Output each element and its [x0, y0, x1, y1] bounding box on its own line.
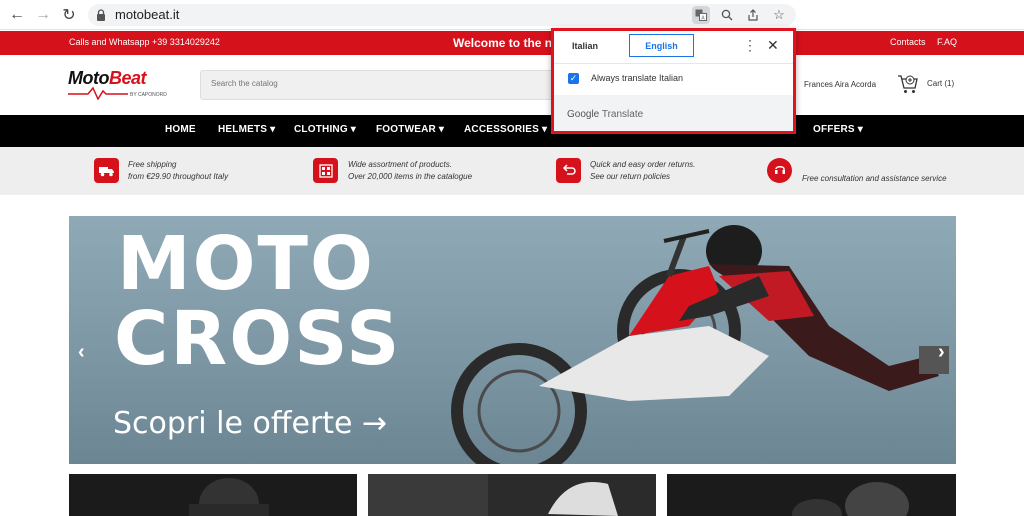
main-navigation: HOME HELMETS ▾ CLOTHING ▾ FOOTWEAR ▾ ACC… [0, 115, 1024, 147]
tab-english[interactable]: English [629, 34, 694, 57]
truck-icon [94, 158, 119, 183]
feature-assortment-detail: Over 20,000 items in the catalogue [348, 172, 473, 181]
google-translate-logo: Google Translate [567, 109, 643, 120]
feature-assortment-title: Wide assortment of products. [348, 160, 452, 169]
category-image-2 [368, 474, 618, 516]
feature-returns-detail[interactable]: See our return policies [590, 171, 695, 183]
phone-contact[interactable]: Calls and Whatsapp +39 3314029242 [69, 37, 220, 47]
forward-icon[interactable]: → [33, 5, 53, 25]
lock-icon [97, 9, 105, 21]
language-tabs: Italian English ⋮ ✕ [554, 31, 793, 63]
reload-icon[interactable]: ↻ [59, 5, 79, 25]
bookmark-star-icon[interactable]: ☆ [770, 6, 788, 24]
browser-toolbar: ← → ↻ motobeat.it A ☆ [0, 0, 1024, 30]
share-icon[interactable] [744, 6, 762, 24]
hero-banner[interactable]: MOTO CROSS Scopri le offerte → ‹ › [69, 216, 956, 464]
brand-translate: Translate [601, 109, 644, 120]
search-input[interactable] [209, 78, 509, 89]
category-tile-3[interactable] [667, 474, 956, 516]
brand-google: Google [567, 109, 600, 120]
category-image-1 [189, 478, 269, 516]
logo-subtitle: BY CAPONORD [130, 92, 167, 98]
catalog-icon [313, 158, 338, 183]
feature-support-title: Free consultation and assistance service [802, 174, 947, 183]
category-tile-1[interactable] [69, 474, 357, 516]
hero-cta-link[interactable]: Scopri le offerte → [113, 406, 387, 441]
svg-text:A: A [701, 16, 705, 22]
logo-text-moto: Moto [68, 68, 109, 88]
close-icon[interactable]: ✕ [767, 37, 779, 54]
category-tile-2[interactable] [368, 474, 656, 516]
search-box[interactable] [200, 70, 560, 100]
category-image-3 [792, 482, 909, 516]
always-translate-label: Always translate Italian [591, 73, 684, 83]
site-header: MotoBeat BY CAPONORD Frances Aira Acorda… [0, 55, 1024, 115]
top-info-bar: Calls and Whatsapp +39 3314029242 Welcom… [0, 31, 1024, 55]
cart-label[interactable]: Cart (1) [927, 79, 954, 88]
nav-footwear[interactable]: FOOTWEAR ▾ [376, 124, 444, 135]
logo-text-beat: Beat [108, 68, 147, 88]
popup-divider [554, 63, 793, 64]
url-text: motobeat.it [115, 7, 180, 22]
user-account-link[interactable]: Frances Aira Acorda [804, 80, 876, 89]
more-options-icon[interactable]: ⋮ [743, 38, 757, 52]
nav-home[interactable]: HOME [165, 124, 196, 135]
feature-shipping-title: Free shipping [128, 160, 177, 169]
translate-footer: Google Translate [554, 95, 793, 131]
translate-popup: Italian English ⋮ ✕ ✓ Always translate I… [551, 28, 796, 134]
tab-italian[interactable]: Italian [572, 41, 598, 51]
zoom-icon[interactable] [718, 6, 736, 24]
carousel-next-icon[interactable]: › [938, 341, 945, 364]
address-bar[interactable]: motobeat.it A ☆ [88, 4, 796, 26]
nav-helmets[interactable]: HELMETS ▾ [218, 124, 275, 135]
translate-icon[interactable]: A [692, 6, 710, 24]
motobeat-logo[interactable]: MotoBeat BY CAPONORD [68, 68, 186, 104]
hero-title-line2: CROSS [114, 296, 402, 382]
nav-clothing[interactable]: CLOTHING ▾ [294, 124, 356, 135]
back-icon[interactable]: ← [7, 5, 27, 25]
feature-returns-title: Quick and easy order returns. [590, 160, 696, 169]
faq-link[interactable]: F.AQ [937, 37, 957, 47]
cart-icon[interactable] [897, 73, 919, 95]
nav-accessories[interactable]: ACCESSORIES ▾ [464, 124, 547, 135]
always-translate-checkbox[interactable]: ✓ [568, 73, 579, 84]
features-bar: Free shipping from €29.90 throughout Ita… [0, 147, 1024, 195]
nav-offers[interactable]: OFFERS ▾ [813, 124, 863, 135]
hero-title-line1: MOTO [117, 221, 375, 307]
return-icon [556, 158, 581, 183]
feature-shipping-detail: from €29.90 throughout Italy [128, 172, 229, 181]
support-icon [767, 158, 792, 183]
contacts-link[interactable]: Contacts [890, 37, 926, 47]
carousel-prev-icon[interactable]: ‹ [78, 341, 85, 364]
